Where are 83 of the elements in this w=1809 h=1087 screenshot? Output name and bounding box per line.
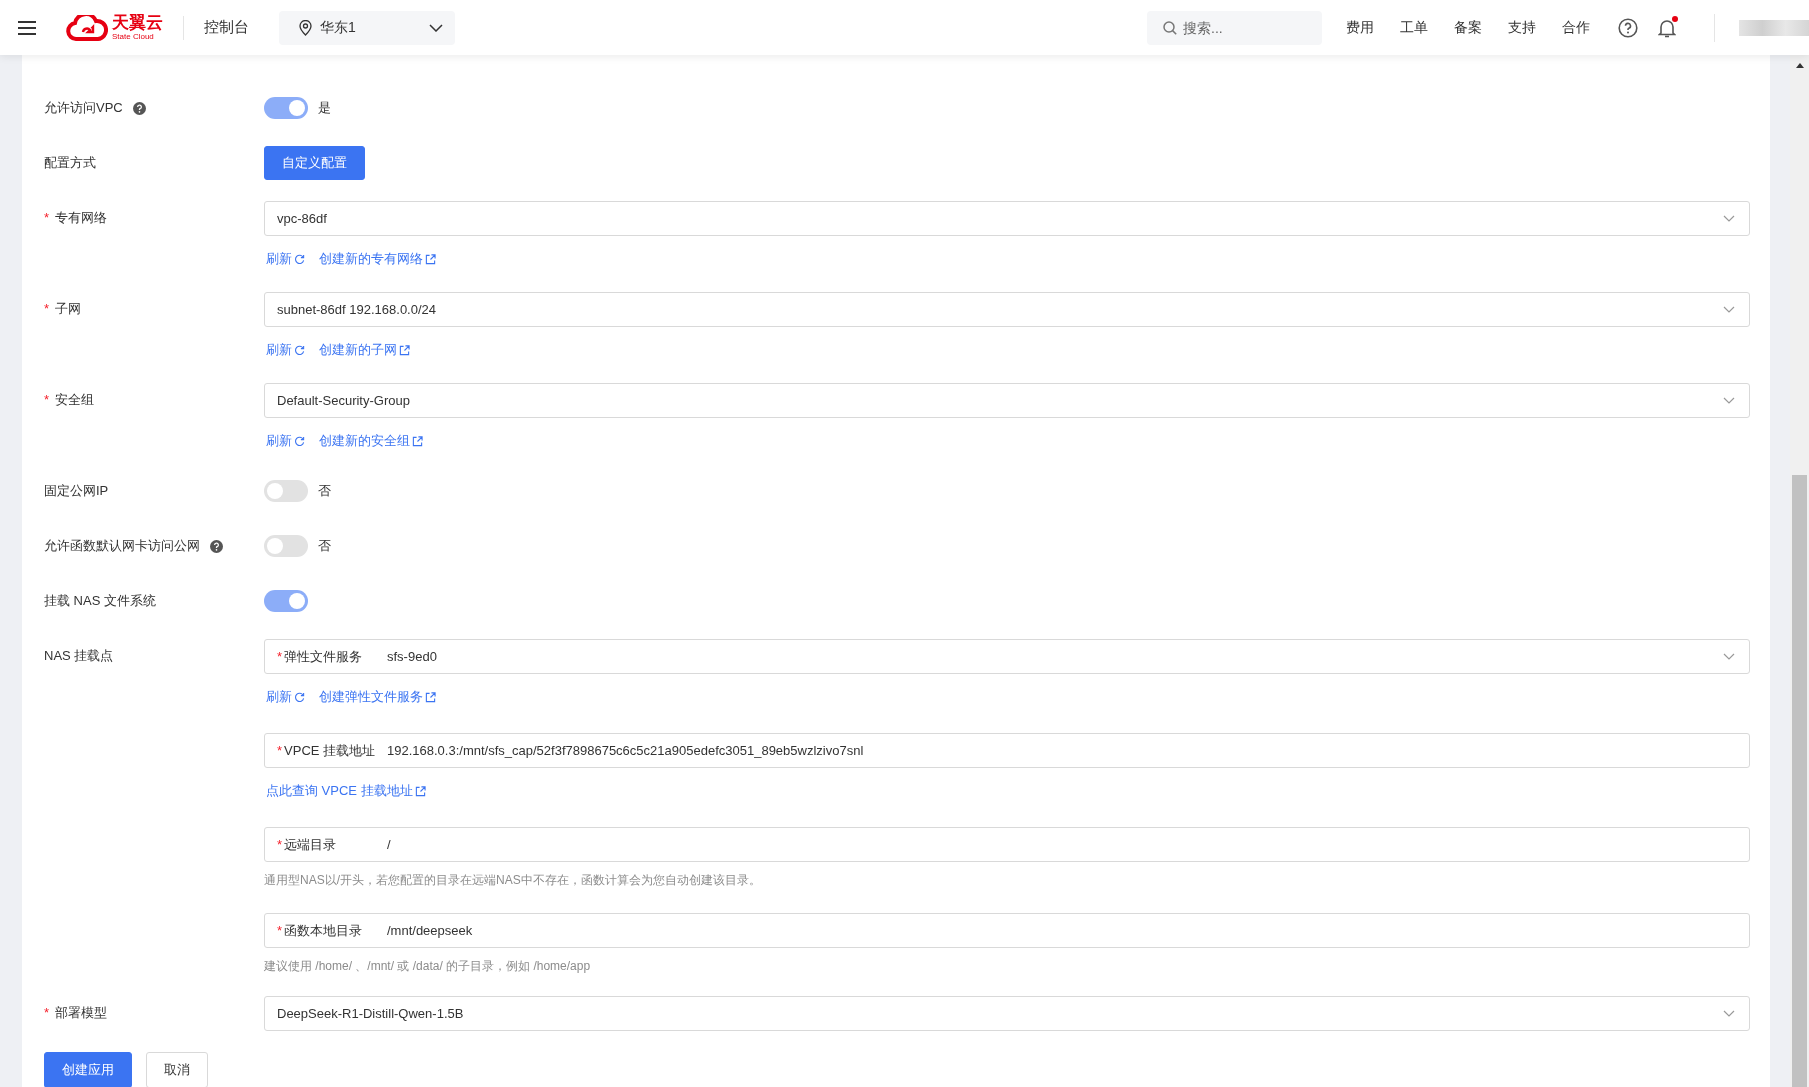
external-link-icon (425, 691, 436, 703)
nav-link[interactable]: 备案 (1454, 18, 1482, 37)
field-label: *弹性文件服务 (277, 647, 364, 666)
refresh-icon (294, 344, 305, 356)
required-mark: * (44, 209, 50, 227)
field-label: 挂载 NAS 文件系统 (44, 592, 156, 610)
refresh-icon (294, 691, 305, 703)
refresh-icon (294, 435, 305, 447)
scrollbar[interactable] (1790, 55, 1809, 1087)
nav-link[interactable]: 合作 (1562, 18, 1590, 37)
external-link-icon (425, 253, 436, 265)
toggle-text: 否 (318, 537, 331, 555)
link[interactable]: 刷新 (266, 341, 305, 359)
link[interactable]: 点此查询 VPCE 挂载地址 (266, 782, 426, 800)
redacted-user (1739, 19, 1809, 36)
field-label: *函数本地目录 (277, 921, 364, 940)
refresh-icon (294, 253, 305, 265)
console-title: 控制台 (204, 18, 249, 37)
select-field[interactable]: DeepSeek-R1-Distill-Qwen-1.5B (264, 996, 1750, 1031)
logo-subtitle: State Cloud (112, 33, 155, 41)
location-pin-icon (299, 19, 312, 36)
toggle-text: 是 (318, 99, 331, 117)
bell-icon[interactable] (1658, 17, 1676, 38)
field-label: 允许访问VPC (44, 99, 123, 117)
link[interactable]: 创建新的子网 (319, 341, 410, 359)
help-icon[interactable] (1618, 17, 1638, 38)
chevron-down-icon (1723, 305, 1735, 314)
cloud-logo-icon (66, 14, 108, 41)
select-field[interactable]: subnet-86df 192.168.0.0/24 (264, 292, 1750, 327)
external-link-icon (399, 344, 410, 356)
field-label: 配置方式 (44, 154, 96, 172)
toggle-switch[interactable] (264, 97, 308, 119)
required-mark: * (44, 300, 50, 318)
select-field[interactable]: Default-Security-Group (264, 383, 1750, 418)
menu-icon[interactable] (18, 20, 36, 35)
field-label: 子网 (55, 300, 82, 318)
hint-text: 通用型NAS以/开头，若您配置的目录在远端NAS中不存在，函数计算会为您自动创建该目录。 (264, 872, 762, 889)
nav-link[interactable]: 工单 (1400, 18, 1428, 37)
chevron-down-icon (1723, 1009, 1735, 1018)
submit-button[interactable]: 创建应用 (44, 1052, 132, 1087)
field-label: 部署模型 (55, 1004, 108, 1022)
chevron-down-icon (429, 23, 443, 32)
option-button[interactable]: 自定义配置 (264, 146, 365, 180)
link[interactable]: 刷新 (266, 250, 305, 268)
external-link-icon (414, 785, 426, 797)
search-icon (1163, 20, 1177, 35)
toggle-text: 否 (318, 482, 331, 500)
required-mark: * (44, 391, 50, 409)
region-selector[interactable]: 华东1 (279, 10, 455, 45)
logo-name: 天翼云 (112, 14, 163, 31)
scroll-up-icon[interactable] (1795, 63, 1804, 68)
link[interactable]: 刷新 (266, 432, 305, 450)
link[interactable]: 创建新的专有网络 (319, 250, 436, 268)
input-field[interactable]: *函数本地目录 /mnt/deepseek (264, 913, 1750, 948)
toggle-switch[interactable] (264, 590, 308, 612)
input-field[interactable]: *远端目录 / (264, 827, 1750, 862)
help-icon[interactable] (132, 101, 146, 115)
field-label: *VPCE 挂载地址 (277, 741, 377, 760)
nav-link[interactable]: 支持 (1508, 18, 1536, 37)
link[interactable]: 创建新的安全组 (319, 432, 423, 450)
field-label: 允许函数默认网卡访问公网 (44, 537, 200, 555)
required-mark: * (44, 1004, 50, 1022)
nav-link[interactable]: 费用 (1346, 18, 1374, 37)
hint-text: 建议使用 /home/ 、/mnt/ 或 /data/ 的子目录，例如 /home/app (264, 958, 592, 975)
search-field[interactable]: 搜索... (1147, 10, 1322, 45)
external-link-icon (412, 435, 423, 447)
help-icon[interactable] (210, 539, 223, 553)
link[interactable]: 刷新 (266, 688, 305, 706)
field-label: 安全组 (55, 391, 95, 409)
toggle-switch[interactable] (264, 480, 308, 502)
chevron-down-icon (1723, 652, 1735, 661)
field-label: NAS 挂载点 (44, 647, 114, 665)
field-label: 固定公网IP (44, 482, 109, 500)
chevron-down-icon (1723, 214, 1735, 223)
select-field[interactable]: *弹性文件服务 sfs-9ed0 (264, 639, 1750, 674)
input-field[interactable]: *VPCE 挂载地址 192.168.0.3:/mnt/sfs_cap/52f3f7898675c6c5c21a905edefc3051_89eb5wzlzivo7snl (264, 733, 1750, 768)
chevron-down-icon (1723, 396, 1735, 405)
link[interactable]: 创建弹性文件服务 (319, 688, 436, 706)
field-label: *远端目录 (277, 835, 338, 854)
toggle-switch[interactable] (264, 535, 308, 557)
cancel-button[interactable]: 取消 (146, 1052, 208, 1087)
select-field[interactable]: vpc-86df (264, 201, 1750, 236)
field-label: 专有网络 (55, 209, 108, 227)
